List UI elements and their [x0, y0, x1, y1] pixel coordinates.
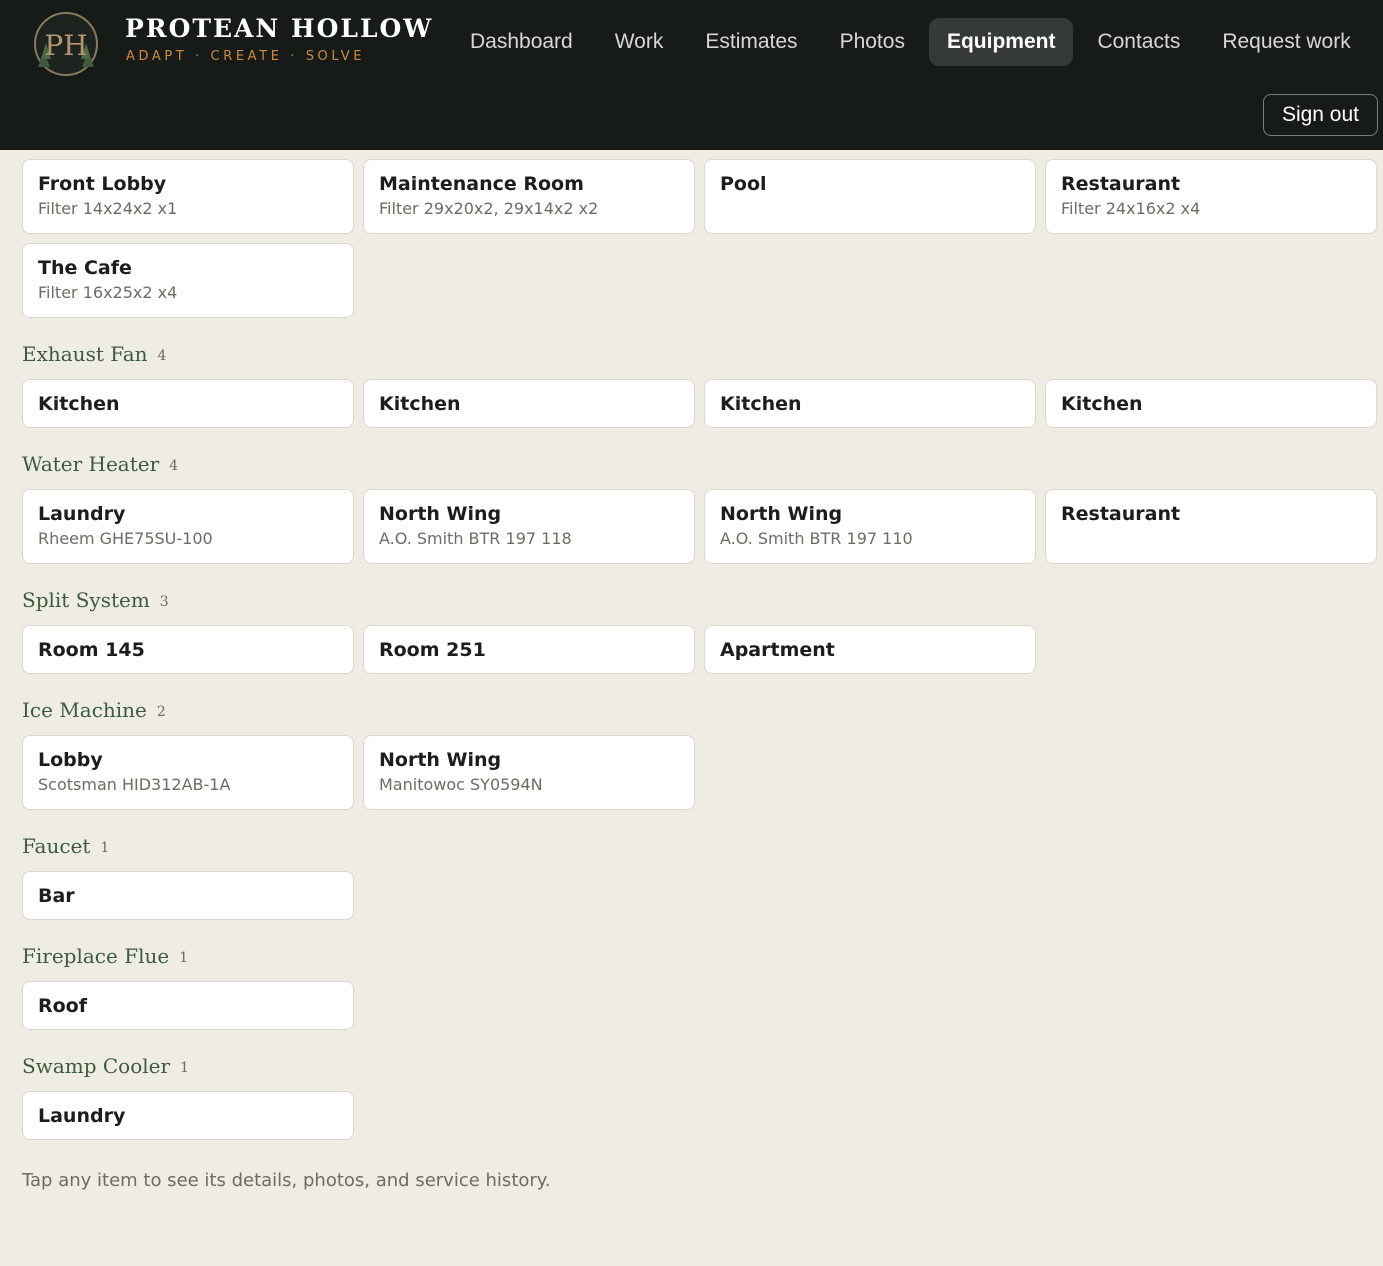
- sign-out-button[interactable]: Sign out: [1262, 94, 1378, 136]
- card-title: North Wing: [379, 503, 502, 525]
- section-count: 4: [157, 348, 167, 364]
- card-title: Laundry: [38, 1105, 126, 1127]
- equipment-card[interactable]: Lobby Scotsman HID312AB-1A: [22, 735, 354, 810]
- card-title: Restaurant: [1061, 173, 1181, 195]
- equipment-card[interactable]: Room 145: [22, 625, 354, 674]
- equipment-card[interactable]: Laundry Rheem GHE75SU-100: [22, 489, 354, 564]
- equipment-card[interactable]: The Cafe Filter 16x25x2 x4: [22, 243, 354, 318]
- equipment-card[interactable]: Roof: [22, 981, 354, 1030]
- main-nav: Dashboard Work Estimates Photos Equipmen…: [452, 18, 1375, 66]
- section-ice-machine: Ice Machine 2 Lobby Scotsman HID312AB-1A…: [22, 695, 1378, 810]
- card-title: Apartment: [720, 639, 835, 661]
- card-title: Front Lobby: [38, 173, 167, 195]
- card-subtitle: Rheem GHE75SU-100: [38, 529, 213, 548]
- section-count: 3: [159, 594, 169, 610]
- card-title: Pool: [720, 173, 767, 195]
- equipment-card[interactable]: North Wing A.O. Smith BTR 197 118: [363, 489, 695, 564]
- card-title: Kitchen: [379, 393, 461, 415]
- card-title: Kitchen: [720, 393, 802, 415]
- equipment-content: Front Lobby Filter 14x24x2 x1 Maintenanc…: [22, 150, 1378, 1191]
- equipment-card[interactable]: Apartment: [704, 625, 1036, 674]
- top-header: PH PROTEAN HOLLOW ADAPT · CREATE · SOLVE…: [0, 0, 1383, 150]
- card-title: Restaurant: [1061, 503, 1181, 525]
- section-count: 1: [179, 950, 189, 966]
- nav-work[interactable]: Work: [597, 18, 682, 66]
- section-title: Water Heater: [22, 452, 160, 476]
- equipment-card[interactable]: Kitchen: [363, 379, 695, 428]
- filter-cards-grid: Front Lobby Filter 14x24x2 x1 Maintenanc…: [22, 159, 1378, 318]
- section-count: 2: [156, 704, 166, 720]
- card-title: Kitchen: [38, 393, 120, 415]
- section-water-heater: Water Heater 4 Laundry Rheem GHE75SU-100…: [22, 449, 1378, 564]
- section-title: Fireplace Flue: [22, 944, 170, 968]
- card-subtitle: A.O. Smith BTR 197 118: [379, 529, 572, 548]
- nav-estimates[interactable]: Estimates: [687, 18, 815, 66]
- card-subtitle: A.O. Smith BTR 197 110: [720, 529, 913, 548]
- nav-request-work[interactable]: Request work: [1204, 18, 1368, 66]
- card-subtitle: Filter 24x16x2 x4: [1061, 199, 1201, 218]
- equipment-card[interactable]: North Wing Manitowoc SY0594N: [363, 735, 695, 810]
- card-title: Roof: [38, 995, 88, 1017]
- equipment-card[interactable]: Maintenance Room Filter 29x20x2, 29x14x2…: [363, 159, 695, 234]
- equipment-card[interactable]: Laundry: [22, 1091, 354, 1140]
- nav-equipment[interactable]: Equipment: [928, 18, 1074, 66]
- card-title: Room 145: [38, 639, 145, 661]
- card-title: The Cafe: [38, 257, 132, 279]
- card-subtitle: Manitowoc SY0594N: [379, 775, 543, 794]
- section-swamp-cooler: Swamp Cooler 1 Laundry: [22, 1051, 1378, 1140]
- section-title: Split System: [22, 588, 150, 612]
- logo-letters: PH: [44, 29, 87, 62]
- card-title: Lobby: [38, 749, 103, 771]
- card-subtitle: Scotsman HID312AB-1A: [38, 775, 231, 794]
- card-title: North Wing: [379, 749, 502, 771]
- card-subtitle: Filter 29x20x2, 29x14x2 x2: [379, 199, 599, 218]
- section-count: 1: [100, 840, 110, 856]
- nav-dashboard[interactable]: Dashboard: [452, 18, 591, 66]
- card-title: Bar: [38, 885, 75, 907]
- help-footnote: Tap any item to see its details, photos,…: [22, 1170, 551, 1191]
- nav-photos[interactable]: Photos: [822, 18, 923, 66]
- equipment-card[interactable]: Pool: [704, 159, 1036, 234]
- protean-hollow-logo[interactable]: PH: [32, 11, 100, 77]
- equipment-card[interactable]: Kitchen: [704, 379, 1036, 428]
- section-count: 4: [169, 458, 179, 474]
- equipment-card[interactable]: Kitchen: [1045, 379, 1377, 428]
- card-title: Laundry: [38, 503, 126, 525]
- equipment-card[interactable]: North Wing A.O. Smith BTR 197 110: [704, 489, 1036, 564]
- equipment-card[interactable]: Restaurant: [1045, 489, 1377, 564]
- section-title: Ice Machine: [22, 698, 147, 722]
- section-fireplace-flue: Fireplace Flue 1 Roof: [22, 941, 1378, 1030]
- brand-tagline: ADAPT · CREATE · SOLVE: [126, 49, 366, 64]
- section-title: Faucet: [22, 834, 91, 858]
- equipment-card[interactable]: Front Lobby Filter 14x24x2 x1: [22, 159, 354, 234]
- nav-contacts[interactable]: Contacts: [1079, 18, 1198, 66]
- card-title: Kitchen: [1061, 393, 1143, 415]
- section-count: 1: [180, 1060, 189, 1076]
- section-title: Swamp Cooler: [22, 1054, 171, 1078]
- card-subtitle: Filter 14x24x2 x1: [38, 199, 178, 218]
- equipment-card[interactable]: Kitchen: [22, 379, 354, 428]
- section-faucet: Faucet 1 Bar: [22, 831, 1378, 920]
- section-exhaust-fan: Exhaust Fan 4 Kitchen Kitchen Kitchen Ki…: [22, 339, 1378, 428]
- equipment-card[interactable]: Room 251: [363, 625, 695, 674]
- card-title: North Wing: [720, 503, 843, 525]
- equipment-card[interactable]: Bar: [22, 871, 354, 920]
- card-subtitle: Filter 16x25x2 x4: [38, 283, 178, 302]
- brand-name: PROTEAN HOLLOW: [125, 14, 434, 43]
- section-title: Exhaust Fan: [22, 342, 148, 366]
- section-split-system: Split System 3 Room 145 Room 251 Apartme…: [22, 585, 1378, 674]
- card-title: Maintenance Room: [379, 173, 584, 195]
- equipment-card[interactable]: Restaurant Filter 24x16x2 x4: [1045, 159, 1377, 234]
- card-title: Room 251: [379, 639, 486, 661]
